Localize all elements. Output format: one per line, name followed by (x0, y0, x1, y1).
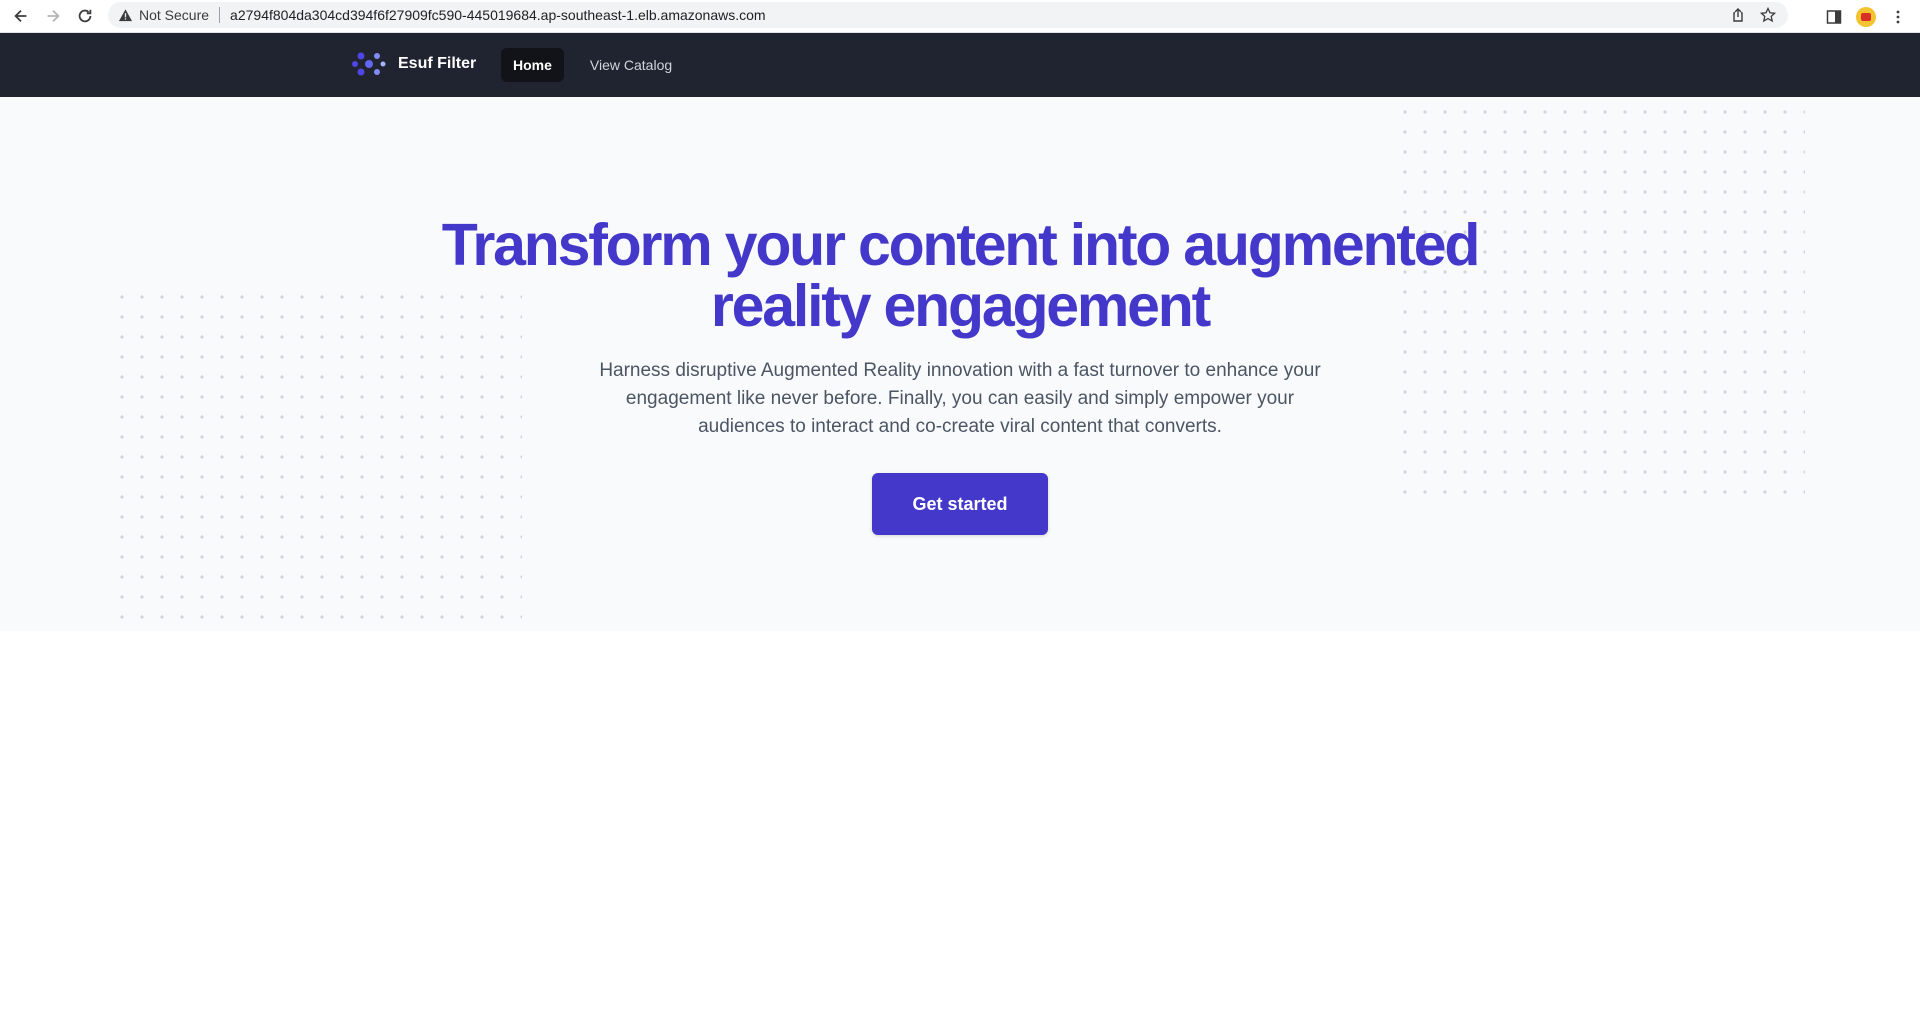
hero-subtitle-line-3: audiences to interact and co-create vira… (698, 416, 1222, 437)
hero-subtitle: Harness disruptive Augmented Reality inn… (570, 357, 1350, 441)
url-text: a2794f804da304cd394f6f27909fc590-4450196… (230, 7, 766, 23)
reload-icon[interactable] (69, 2, 101, 30)
omnibox-divider (219, 7, 221, 23)
nav-link-home[interactable]: Home (501, 48, 564, 82)
hero-title-line-1: Transform your content into augmented (441, 212, 1481, 278)
nav-link-view-catalog[interactable]: View Catalog (578, 48, 684, 82)
brand[interactable]: Esuf Filter (352, 47, 476, 81)
back-icon[interactable] (5, 2, 37, 30)
hero-title: Transform your content into augmented re… (300, 215, 1620, 337)
brand-name: Esuf Filter (398, 55, 477, 72)
browser-toolbar: Not Secure a2794f804da304cd394f6f27909fc… (0, 0, 1920, 33)
site-navbar: Esuf Filter Home View Catalog (0, 33, 1920, 97)
profile-avatar-icon[interactable] (1856, 6, 1876, 27)
hero-subtitle-line-2: engagement like never before. Finally, y… (625, 388, 1295, 409)
not-secure-indicator[interactable]: Not Secure (118, 7, 209, 23)
address-bar[interactable]: Not Secure a2794f804da304cd394f6f27909fc… (108, 2, 1788, 28)
security-label: Not Secure (139, 7, 210, 23)
bookmark-star-icon[interactable] (1760, 7, 1776, 23)
hero-title-line-2: reality engagement (710, 273, 1211, 339)
nav-links: Home View Catalog (501, 48, 684, 82)
hero-section: Transform your content into augmented re… (0, 97, 1920, 631)
hero-subtitle-line-1: Harness disruptive Augmented Reality inn… (599, 360, 1321, 381)
menu-kebab-icon[interactable] (1890, 9, 1906, 25)
warning-icon (118, 8, 133, 21)
get-started-button[interactable]: Get started (872, 473, 1048, 535)
brand-logo-icon (352, 52, 386, 76)
dot-pattern-decoration (112, 287, 522, 622)
forward-icon[interactable] (37, 2, 69, 30)
share-icon[interactable] (1730, 7, 1746, 23)
side-panel-icon[interactable] (1826, 9, 1842, 25)
